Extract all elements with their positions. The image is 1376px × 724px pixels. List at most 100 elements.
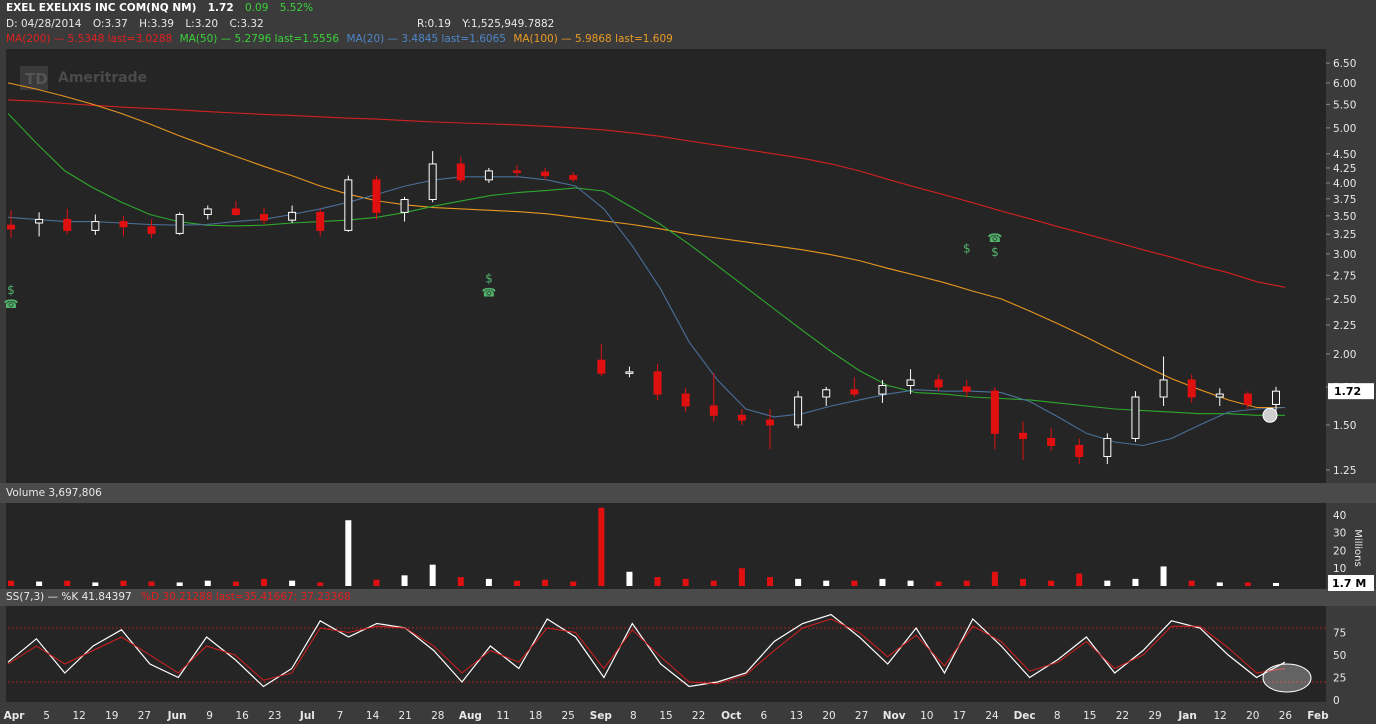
volume-bar [598,507,605,586]
volume-bar [963,580,970,586]
date-tick-label: 13 [790,710,803,722]
price-tick-label: 6.50 [1333,58,1356,70]
volume-bar [1244,582,1251,586]
date-tick-label: 12 [1214,710,1227,722]
candle-body [709,405,718,416]
last-volume-badge-text: 1.7 M [1332,577,1366,590]
date-tick-label: Jan [1177,710,1196,722]
candle-body [1272,390,1280,405]
date-tick-label: 29 [1148,710,1161,722]
candle-body [1187,379,1196,398]
last-price-badge-text: 1.72 [1334,385,1361,398]
conference-call-event-icon: ☎ [987,231,1002,245]
candle-body [316,211,325,231]
stoch-k-line [7,613,1286,688]
chart-canvas[interactable]: TD Ameritrade $☎$☎$☎$ 1.251.501.752.002.… [0,0,1376,724]
candle-body [203,208,212,215]
candle-body [484,170,493,181]
volume-tick-label: 10 [1333,563,1346,575]
price-highlight-marker [1262,407,1278,423]
candle-body [878,384,887,395]
volume-bar [1160,566,1167,586]
candle-body [934,379,943,388]
volume-bar [1273,582,1279,586]
candle-body [681,393,690,407]
candle-body [1159,379,1168,398]
date-tick-label: 11 [496,710,509,722]
candle-body [400,199,409,213]
volume-bar [64,580,71,586]
price-tick-label: 3.25 [1333,229,1356,241]
date-tick-label: Jun [167,710,187,722]
candle-body [260,213,268,221]
date-tick-label: 8 [630,710,637,722]
volume-bar [8,580,14,586]
date-tick-label: 22 [1116,710,1129,722]
volume-bar [907,580,914,586]
price-tick-label: 3.00 [1333,249,1356,261]
price-tick-label: 2.25 [1333,320,1356,332]
date-tick-label: 5 [43,710,50,722]
date-tick-label: 21 [399,710,412,722]
ma50-line [7,113,1285,416]
candle-body [231,208,240,215]
volume-bar [204,580,211,586]
date-tick-label: 27 [855,710,868,722]
volume-bar [148,581,155,586]
candle-body [372,179,381,213]
candle-body [569,175,578,180]
date-tick-label: 9 [206,710,213,722]
volume-bar [345,520,352,586]
candle-body [822,389,831,398]
date-tick-label: Feb [1307,710,1329,722]
stoch-d-line [7,618,1286,685]
date-tick-label: Jul [299,710,315,722]
stoch-tick-label: 75 [1333,628,1346,640]
volume-bar [682,578,689,586]
ameritrade-text: Ameritrade [58,70,147,86]
date-tick-label: 10 [920,710,933,722]
date-tick-label: 12 [73,710,86,722]
volume-bar [1132,578,1139,586]
volume-bar [429,564,436,586]
volume-bar [514,580,520,586]
candle-body [288,211,297,221]
volume-bar [570,581,577,586]
candle-body [766,419,774,426]
date-tick-label: 23 [268,710,281,722]
date-tick-label: Apr [4,710,26,722]
volume-bar [401,575,408,586]
volume-bar [710,580,717,586]
price-tick-label: 3.75 [1333,194,1356,206]
ma200-line [7,99,1286,288]
candle-body [7,224,15,230]
price-tick-label: 5.50 [1333,99,1356,111]
date-tick-label: 15 [1083,710,1096,722]
candle-body [1075,445,1084,457]
date-tick-label: 6 [760,710,767,722]
date-tick-label: Nov [883,710,906,722]
volume-bar [542,579,549,586]
date-tick-label: 28 [431,710,444,722]
candle-body [344,179,353,231]
volume-bar [1048,580,1055,586]
date-tick-label: 26 [1279,710,1293,722]
td-logo-text: TD [25,70,48,88]
conference-call-event-icon: ☎ [4,297,19,311]
volume-bar [767,577,773,586]
volume-bar [823,580,830,586]
date-tick-label: 27 [138,710,151,722]
price-tick-label: 2.75 [1333,270,1356,282]
date-tick-label: 25 [562,710,575,722]
candle-body [794,396,803,426]
volume-bar [795,578,802,586]
candle-body [653,371,662,395]
stoch-highlight-marker [1262,663,1312,693]
ameritrade-watermark: TD Ameritrade [20,66,147,90]
dividend-event-icon: $ [485,272,493,286]
date-tick-label: 16 [236,710,250,722]
volume-bar [485,578,492,586]
price-tick-label: 3.50 [1333,211,1356,223]
volume-bar [935,581,942,586]
date-tick-label: Oct [721,710,741,722]
